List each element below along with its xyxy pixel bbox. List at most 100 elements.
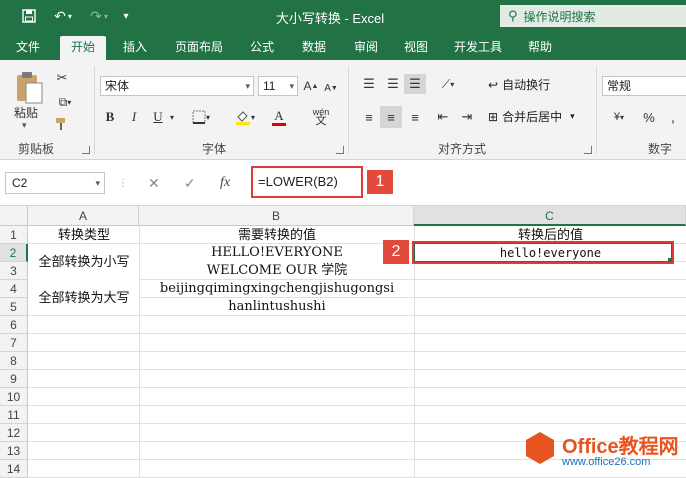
font-size-combo[interactable]: 11 ▾ (258, 76, 298, 96)
row-header-5[interactable]: 5 (0, 298, 28, 316)
row-header-8[interactable]: 8 (0, 352, 28, 370)
paste-dropdown-icon[interactable]: ▾ (22, 120, 27, 131)
format-painter-icon[interactable] (52, 114, 72, 134)
align-right-icon[interactable]: ≡ (404, 106, 426, 128)
alignment-launcher-icon[interactable] (584, 146, 592, 154)
underline-button[interactable]: U (148, 106, 168, 128)
tell-me-label: 操作说明搜索 (523, 9, 596, 24)
row-header-1[interactable]: 1 (0, 226, 28, 244)
ribbon: 粘贴 ▾ ✂ ⧉ ▾ 剪贴板 宋体 ▾ 11 ▾ A ▲ A ▼ B I U ▾ ▾ … (0, 60, 686, 160)
chevron-down-icon: ▾ (95, 178, 100, 188)
wrap-text-button[interactable]: ↩ 自动换行 (488, 76, 550, 93)
paste-label[interactable]: 粘贴 (14, 104, 38, 121)
gridline (28, 351, 686, 352)
column-header-c[interactable]: C (414, 206, 686, 226)
tab-file[interactable]: 文件 (6, 36, 50, 60)
align-center-icon[interactable]: ≡ (380, 106, 402, 128)
row-header-12[interactable]: 12 (0, 424, 28, 442)
group-divider (94, 66, 95, 154)
italic-button[interactable]: I (124, 106, 144, 128)
cell-b2[interactable]: HELLO!EVERYONE (140, 244, 414, 261)
cell-a1[interactable]: 转换类型 (29, 226, 139, 243)
insert-function-button[interactable]: fx (220, 172, 230, 194)
decrease-indent-icon[interactable]: ⇤ (432, 106, 454, 128)
more-options-icon[interactable]: ⋮ (118, 172, 128, 194)
window-title: 大小写转换 - Excel (275, 11, 385, 26)
decrease-font-icon[interactable]: A ▼ (322, 78, 340, 98)
save-icon[interactable] (18, 6, 40, 26)
phonetic-guide-icon[interactable]: wén 文 (306, 106, 336, 128)
undo-icon[interactable]: ↶ ▾ (48, 6, 78, 26)
row-header-10[interactable]: 10 (0, 388, 28, 406)
bottom-align-icon[interactable]: ☰ (404, 74, 426, 94)
cell-b3[interactable]: WELCOME OUR 学院 (140, 262, 414, 279)
orientation-icon[interactable]: ⟋ ▾ (432, 74, 464, 94)
tell-me-search[interactable]: ⚲ 操作说明搜索 (500, 5, 686, 27)
tab-home[interactable]: 开始 (60, 36, 106, 60)
fill-color-icon[interactable]: ▾ (230, 106, 260, 128)
increase-indent-icon[interactable]: ⇥ (456, 106, 478, 128)
tab-review[interactable]: 审阅 (344, 36, 388, 60)
number-format-value: 常规 (607, 79, 632, 93)
borders-icon[interactable]: ▾ (186, 106, 216, 128)
tab-page-layout[interactable]: 页面布局 (166, 36, 232, 60)
select-all-corner[interactable] (0, 206, 28, 226)
cell-b4[interactable]: beijingqimingxingchengjishugongsi (140, 280, 414, 297)
cell-a2-merged[interactable]: 全部转换为小写 (29, 244, 139, 279)
wrap-text-label: 自动换行 (502, 78, 551, 92)
wrap-text-icon: ↩ (488, 77, 499, 92)
middle-align-icon[interactable]: ☰ (382, 74, 404, 94)
row-header-7[interactable]: 7 (0, 334, 28, 352)
column-header-a[interactable]: A (28, 206, 139, 226)
font-group-label: 字体 (202, 142, 227, 156)
font-color-button[interactable]: A (264, 106, 294, 128)
tab-help[interactable]: 帮助 (518, 36, 562, 60)
chevron-down-icon: ▾ (570, 111, 575, 121)
bold-button[interactable]: B (100, 106, 120, 128)
underline-dropdown-icon[interactable]: ▾ (166, 106, 178, 128)
tab-data[interactable]: 数据 (292, 36, 336, 60)
group-divider (348, 66, 349, 154)
cancel-icon[interactable]: ✕ (148, 172, 160, 194)
row-header-11[interactable]: 11 (0, 406, 28, 424)
row-header-4[interactable]: 4 (0, 280, 28, 298)
font-launcher-icon[interactable] (336, 146, 344, 154)
column-header-b[interactable]: B (139, 206, 414, 226)
cell-b5[interactable]: hanlintushushi (140, 298, 414, 315)
number-format-combo[interactable]: 常规 (602, 76, 686, 96)
tab-developer[interactable]: 开发工具 (448, 36, 508, 60)
increase-font-icon[interactable]: A ▲ (302, 76, 320, 96)
cell-b1[interactable]: 需要转换的值 (140, 226, 414, 243)
tab-formulas[interactable]: 公式 (240, 36, 284, 60)
copy-icon[interactable]: ⧉ ▾ (52, 92, 78, 112)
row-header-3[interactable]: 3 (0, 262, 28, 280)
row-header-13[interactable]: 13 (0, 442, 28, 460)
formula-bar: C2 ▾ ⋮ ✕ ✓ fx =LOWER(B2) 1 (0, 160, 686, 206)
align-left-icon[interactable]: ≡ (358, 106, 380, 128)
cut-icon[interactable]: ✂ (52, 68, 72, 88)
accounting-format-icon[interactable]: ¥ ▾ (604, 106, 634, 128)
formula-highlight-box (251, 166, 363, 198)
row-header-6[interactable]: 6 (0, 316, 28, 334)
row-header-2[interactable]: 2 (0, 244, 28, 262)
clipboard-launcher-icon[interactable] (82, 146, 90, 154)
name-box[interactable]: C2 ▾ (5, 172, 105, 194)
row-header-9[interactable]: 9 (0, 370, 28, 388)
tab-view[interactable]: 视图 (394, 36, 438, 60)
annotation-badge-1: 1 (367, 170, 393, 194)
percent-button[interactable]: % (638, 106, 660, 128)
font-color-swatch (272, 122, 286, 126)
enter-icon[interactable]: ✓ (184, 172, 196, 194)
paste-icon[interactable] (10, 68, 48, 108)
customize-qat-icon[interactable]: ▾ (118, 6, 134, 26)
gridline (28, 369, 686, 370)
row-header-14[interactable]: 14 (0, 460, 28, 478)
merge-center-button[interactable]: ⊞ 合并后居中 ▾ (488, 108, 575, 125)
cell-a4-merged[interactable]: 全部转换为大写 (29, 280, 139, 315)
comma-style-icon[interactable]: , (662, 106, 684, 128)
redo-icon[interactable]: ↷ ▾ (84, 6, 114, 26)
merge-center-label: 合并后居中 (502, 110, 563, 124)
tab-insert[interactable]: 插入 (112, 36, 158, 60)
top-align-icon[interactable]: ☰ (358, 74, 380, 94)
font-name-combo[interactable]: 宋体 ▾ (100, 76, 254, 96)
